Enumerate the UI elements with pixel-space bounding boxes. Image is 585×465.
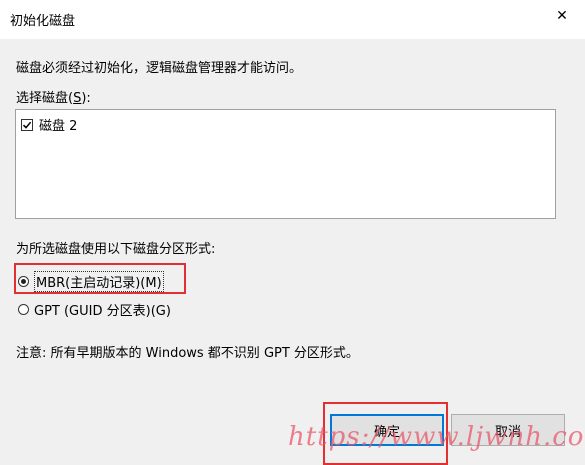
partition-style-label: 为所选磁盘使用以下磁盘分区形式: xyxy=(16,242,216,257)
close-button[interactable]: ✕ xyxy=(539,0,585,32)
disk-listbox[interactable]: 磁盘 2 xyxy=(15,109,556,219)
disk-checkbox[interactable] xyxy=(21,118,33,131)
highlight-box-ok xyxy=(323,402,448,465)
highlight-box-mbr xyxy=(14,263,186,294)
radio-gpt[interactable]: GPT (GUID 分区表)(G) xyxy=(18,300,171,319)
note-text: 注意: 所有早期版本的 Windows 都不识别 GPT 分区形式。 xyxy=(16,346,359,361)
description-text: 磁盘必须经过初始化，逻辑磁盘管理器才能访问。 xyxy=(16,61,303,76)
title-bar: 初始化磁盘 ✕ xyxy=(0,0,585,39)
disk-select-label: 选择磁盘(S): xyxy=(16,91,91,106)
close-icon: ✕ xyxy=(556,8,568,24)
window-title: 初始化磁盘 xyxy=(10,14,76,29)
list-item-disk-2[interactable]: 磁盘 2 xyxy=(21,115,77,134)
cancel-button[interactable]: 取消 xyxy=(451,414,565,446)
disk-item-label: 磁盘 2 xyxy=(39,119,78,134)
radio-gpt-button[interactable] xyxy=(18,304,29,315)
checkmark-icon xyxy=(22,121,32,129)
radio-gpt-label: GPT (GUID 分区表)(G) xyxy=(34,304,171,319)
